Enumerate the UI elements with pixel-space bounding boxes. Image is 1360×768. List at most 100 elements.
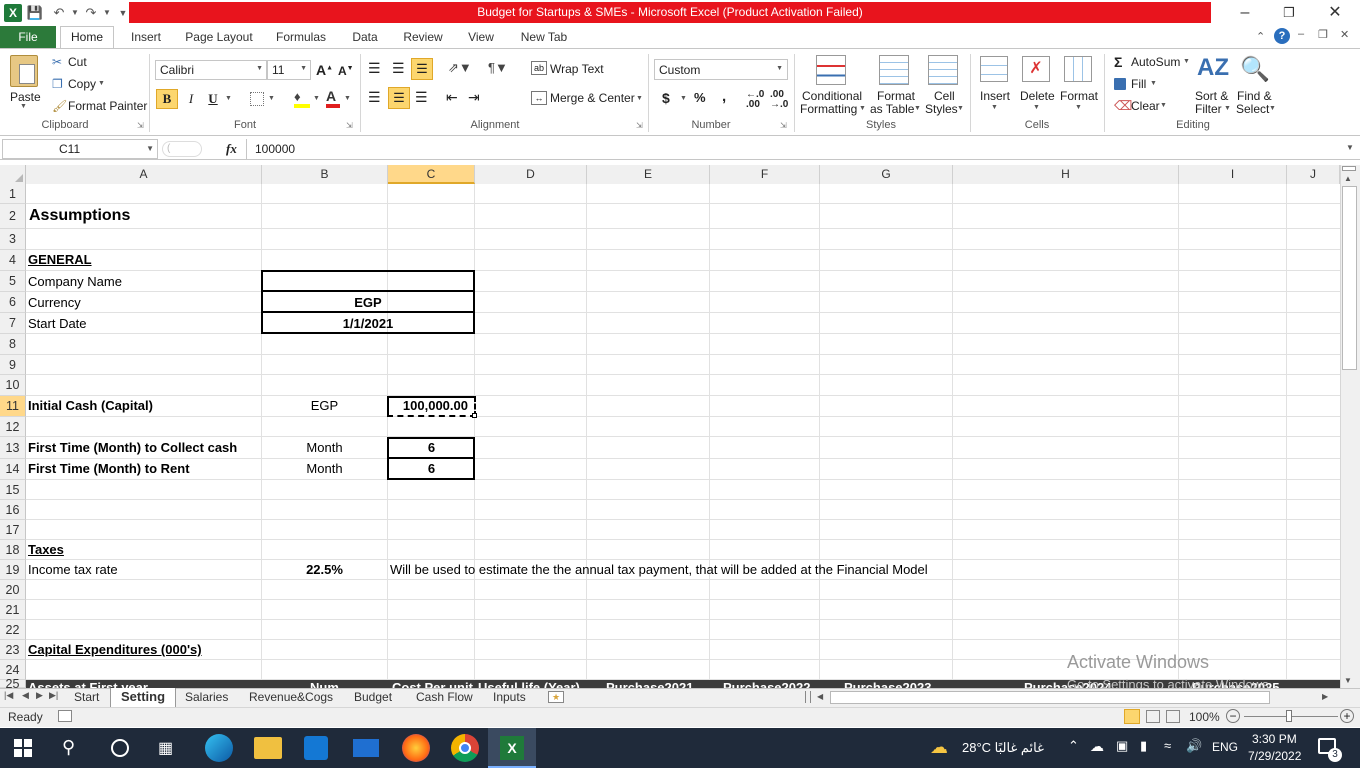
clock-date[interactable]: 7/29/2022 [1248, 749, 1301, 763]
shrink-font-icon[interactable]: A▼ [338, 64, 354, 78]
merge-dropdown-icon[interactable]: ▼ [636, 95, 643, 102]
cell-a6[interactable]: Currency [28, 293, 81, 313]
increase-decimal-icon[interactable]: ←.0.00 [746, 90, 764, 110]
sort-filter-icon[interactable]: AZ [1197, 55, 1229, 81]
mail-icon[interactable] [353, 739, 379, 757]
zoom-level[interactable]: 100% [1189, 710, 1220, 724]
copy-dropdown-icon[interactable]: ▼ [98, 80, 105, 87]
page-layout-view-icon[interactable] [1146, 710, 1160, 723]
vertical-scroll-thumb[interactable] [1342, 186, 1357, 370]
edge-icon[interactable] [205, 734, 233, 762]
minimize-button[interactable]: – [1222, 0, 1268, 26]
currency-button[interactable]: $ [662, 90, 670, 106]
cell-styles-icon[interactable] [928, 55, 958, 85]
font-color-icon[interactable]: A [326, 88, 340, 108]
sheet-tab-revenue-cogs[interactable]: Revenue&Cogs [249, 689, 333, 706]
cut-button[interactable]: Cut [68, 55, 87, 69]
row-header-23[interactable]: 23 [0, 640, 26, 660]
wrap-text-icon[interactable]: ab [531, 61, 547, 75]
autosum-dropdown-icon[interactable]: ▼ [1183, 58, 1190, 65]
row-header-7[interactable]: 7 [0, 313, 26, 334]
merge-center-icon[interactable]: ↔ [531, 91, 547, 105]
cell-a2[interactable]: Assumptions [29, 206, 130, 226]
column-header-d[interactable]: D [475, 165, 587, 184]
find-select-button[interactable]: Find & [1237, 89, 1272, 103]
firefox-icon[interactable] [402, 734, 430, 762]
copy-icon[interactable]: ❐ [52, 77, 63, 91]
paste-dropdown-icon[interactable]: ▼ [20, 103, 27, 110]
conditional-dropdown-icon[interactable]: ▼ [859, 105, 866, 112]
cell-b14[interactable]: Month [262, 459, 387, 479]
cell-b11[interactable]: EGP [262, 396, 387, 416]
tab-new-tab[interactable]: New Tab [516, 26, 572, 48]
scroll-left-icon[interactable]: ◀ [817, 692, 823, 701]
weather-icon[interactable]: ☁ [930, 737, 948, 758]
paste-icon[interactable] [10, 55, 38, 87]
cortana-icon[interactable] [111, 739, 129, 757]
next-sheet-icon[interactable]: ▶ [36, 690, 43, 701]
insert-cells-button[interactable]: Insert [980, 89, 1010, 103]
task-view-icon[interactable]: ▦ [158, 738, 173, 758]
decrease-indent-icon[interactable]: ⇤ [446, 89, 458, 106]
column-header-f[interactable]: F [710, 165, 820, 184]
delete-cells-dropdown-icon[interactable]: ▼ [1033, 104, 1040, 111]
scroll-down-icon[interactable]: ▼ [1344, 676, 1352, 685]
conditional-formatting-button[interactable]: Conditional [802, 89, 862, 103]
sort-filter-dropdown-icon[interactable]: ▼ [1224, 105, 1231, 112]
sort-filter-button[interactable]: Sort & [1195, 89, 1228, 103]
format-cells-dropdown-icon[interactable]: ▼ [1075, 104, 1082, 111]
macro-record-icon[interactable] [58, 710, 72, 722]
format-painter-button[interactable]: Format Painter [68, 99, 147, 113]
wifi-icon[interactable]: ≈ [1164, 738, 1171, 753]
row-header-14[interactable]: 14 [0, 459, 26, 480]
row-header-5[interactable]: 5 [0, 271, 26, 292]
font-size-combo[interactable]: 11 ▼ [267, 60, 311, 80]
font-name-dropdown-icon[interactable]: ▼ [256, 65, 263, 72]
format-cells-button[interactable]: Format [1060, 89, 1098, 103]
collapse-ribbon-icon[interactable]: ⌃ [1256, 30, 1265, 43]
cell-b25[interactable]: Num [310, 680, 339, 688]
chrome-icon[interactable] [451, 734, 479, 762]
cell-b13[interactable]: Month [262, 438, 387, 458]
copy-button[interactable]: Copy [68, 77, 96, 91]
cell-c25[interactable]: Cost Per unit [392, 680, 473, 688]
cell-styles-button[interactable]: Cell [934, 89, 955, 103]
save-icon[interactable]: 💾 [26, 4, 44, 22]
clear-icon[interactable]: ⌫ [1114, 98, 1132, 114]
cell-f25[interactable]: Purchase2022 [723, 680, 810, 688]
split-box-icon[interactable] [1342, 166, 1356, 171]
column-header-a[interactable]: A [26, 165, 262, 184]
ribbon-close-icon[interactable]: ✕ [1340, 28, 1349, 41]
cell-c14[interactable]: 6 [388, 459, 475, 479]
cell-b19[interactable]: 22.5% [262, 560, 387, 580]
font-name-combo[interactable]: Calibri ▼ [155, 60, 267, 80]
first-sheet-icon[interactable]: |◀ [4, 690, 13, 701]
cell-a25[interactable]: Assets at First year [28, 680, 148, 688]
merge-center-button[interactable]: Merge & Center [550, 91, 635, 105]
cell-a11[interactable]: Initial Cash (Capital) [28, 396, 153, 416]
paste-button[interactable]: Paste [10, 90, 41, 104]
borders-dropdown-icon[interactable]: ▼ [268, 95, 275, 102]
store-icon[interactable] [304, 736, 328, 760]
onedrive-icon[interactable]: ☁ [1090, 738, 1104, 755]
scroll-right-icon[interactable]: ▶ [1322, 692, 1328, 701]
meet-now-icon[interactable]: ▣ [1116, 738, 1128, 754]
find-select-icon[interactable]: 🔍 [1240, 55, 1270, 84]
row-header-8[interactable]: 8 [0, 334, 26, 355]
cell-a7[interactable]: Start Date [28, 314, 87, 334]
underline-dropdown-icon[interactable]: ▼ [225, 95, 232, 102]
language-indicator[interactable]: ENG [1212, 740, 1238, 754]
page-break-view-icon[interactable] [1166, 710, 1180, 723]
volume-icon[interactable]: 🔊 [1186, 738, 1202, 754]
sheet-tab-budget[interactable]: Budget [354, 689, 392, 706]
align-bottom-icon[interactable]: ☰ [411, 58, 433, 80]
row-header-11[interactable]: 11 [0, 396, 26, 417]
bold-button[interactable]: B [156, 89, 178, 109]
italic-button[interactable]: I [182, 89, 200, 109]
column-header-c[interactable]: C [388, 165, 475, 184]
tab-formulas[interactable]: Formulas [274, 26, 328, 48]
insert-sheet-icon[interactable]: ★ [548, 691, 564, 703]
column-header-j[interactable]: J [1287, 165, 1340, 184]
autosum-button[interactable]: AutoSum [1131, 55, 1180, 69]
normal-view-icon[interactable] [1124, 709, 1140, 724]
